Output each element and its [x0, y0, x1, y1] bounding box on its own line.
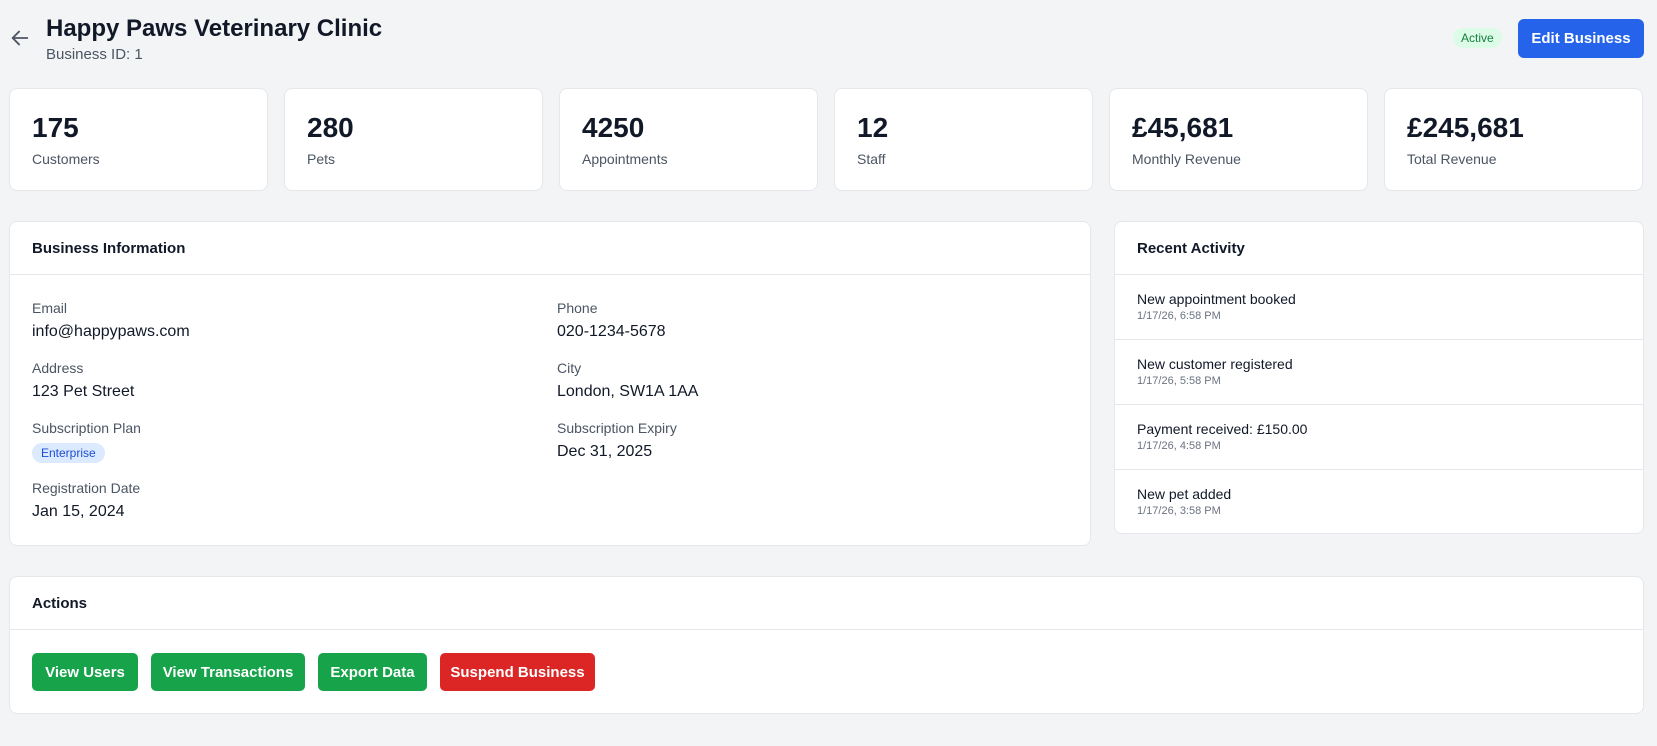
stat-card-customers: 175 Customers — [9, 88, 268, 191]
field-label: Registration Date — [32, 480, 141, 496]
stat-card-pets: 280 Pets — [284, 88, 543, 191]
activity-item: Payment received: £150.00 1/17/26, 4:58 … — [1115, 405, 1643, 470]
field-value: info@happypaws.com — [32, 323, 190, 340]
activity-time: 1/17/26, 6:58 PM — [1137, 310, 1221, 322]
field-value: 123 Pet Street — [32, 383, 135, 400]
suspend-business-button[interactable]: Suspend Business — [440, 653, 595, 691]
field-label: Email — [32, 300, 68, 316]
stat-value: £45,681 — [1132, 112, 1234, 143]
plan-badge: Enterprise — [32, 443, 105, 463]
stat-card-total-revenue: £245,681 Total Revenue — [1384, 88, 1643, 191]
stat-value: 280 — [307, 112, 354, 143]
field-label: City — [557, 360, 582, 376]
activity-title: New appointment booked — [1137, 291, 1296, 307]
field-label: Address — [32, 360, 84, 376]
activity-time: 1/17/26, 5:58 PM — [1137, 375, 1221, 387]
phone-field: Phone 020-1234-5678 — [557, 299, 666, 342]
subscription-plan-field: Subscription Plan Enterprise — [32, 419, 141, 463]
view-users-button[interactable]: View Users — [32, 653, 138, 691]
stat-label: Pets — [307, 151, 336, 167]
business-information-card: Business Information Email info@happypaw… — [9, 221, 1091, 546]
field-label: Phone — [557, 300, 598, 316]
stat-card-staff: 12 Staff — [834, 88, 1093, 191]
field-value: 020-1234-5678 — [557, 323, 666, 340]
activity-title: Payment received: £150.00 — [1137, 421, 1308, 437]
view-transactions-button[interactable]: View Transactions — [151, 653, 305, 691]
stat-value: £245,681 — [1407, 112, 1524, 143]
field-value: Jan 15, 2024 — [32, 503, 125, 520]
activity-item: New appointment booked 1/17/26, 6:58 PM — [1115, 275, 1643, 340]
city-field: City London, SW1A 1AA — [557, 359, 698, 402]
activity-title: New pet added — [1137, 486, 1232, 502]
stat-label: Appointments — [582, 151, 668, 167]
activity-item: New pet added 1/17/26, 3:58 PM — [1115, 470, 1643, 535]
activity-title: New customer registered — [1137, 356, 1293, 372]
address-field: Address 123 Pet Street — [32, 359, 134, 402]
field-label: Subscription Plan — [32, 420, 141, 436]
subscription-expiry-field: Subscription Expiry Dec 31, 2025 — [557, 419, 677, 462]
stat-value: 12 — [857, 112, 889, 143]
stats-row: 175 Customers 280 Pets 4250 Appointments… — [9, 88, 1643, 191]
card-title: Recent Activity — [1115, 222, 1643, 275]
activity-item: New customer registered 1/17/26, 5:58 PM — [1115, 340, 1643, 405]
stat-card-appointments: 4250 Appointments — [559, 88, 818, 191]
card-title: Business Information — [10, 222, 1090, 275]
stat-card-monthly-revenue: £45,681 Monthly Revenue — [1109, 88, 1368, 191]
stat-value: 175 — [32, 112, 79, 143]
business-id: Business ID: 1 — [46, 46, 143, 63]
page-header: Happy Paws Veterinary Clinic Business ID… — [0, 0, 1657, 80]
stat-value: 4250 — [582, 112, 645, 143]
registration-date-field: Registration Date Jan 15, 2024 — [32, 479, 140, 522]
title-block: Happy Paws Veterinary Clinic Business ID… — [46, 14, 382, 63]
page-title: Happy Paws Veterinary Clinic — [46, 15, 383, 42]
email-field: Email info@happypaws.com — [32, 299, 190, 342]
actions-card: Actions View Users View Transactions Exp… — [9, 576, 1644, 714]
field-value: London, SW1A 1AA — [557, 383, 699, 400]
stat-label: Monthly Revenue — [1132, 151, 1241, 167]
field-value: Dec 31, 2025 — [557, 443, 653, 460]
card-title: Actions — [10, 577, 1643, 630]
stat-label: Customers — [32, 151, 100, 167]
export-data-button[interactable]: Export Data — [318, 653, 427, 691]
field-label: Subscription Expiry — [557, 420, 677, 436]
recent-activity-card: Recent Activity New appointment booked 1… — [1114, 221, 1644, 534]
activity-time: 1/17/26, 4:58 PM — [1137, 440, 1221, 452]
stat-label: Staff — [857, 151, 886, 167]
arrow-left-icon[interactable] — [9, 27, 31, 49]
back-button[interactable] — [8, 26, 32, 50]
stat-label: Total Revenue — [1407, 151, 1497, 167]
activity-time: 1/17/26, 3:58 PM — [1137, 505, 1221, 517]
status-badge: Active — [1453, 28, 1502, 48]
edit-business-button[interactable]: Edit Business — [1518, 19, 1644, 58]
